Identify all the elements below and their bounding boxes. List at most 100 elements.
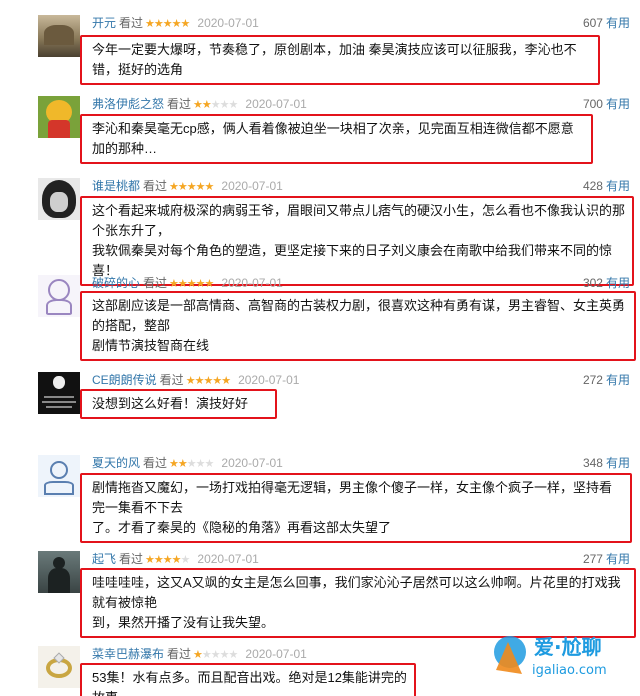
review-meta: 弗洛伊彪之怒 看过 ★★★★★ 2020-07-01 [92, 97, 307, 112]
watched-label: 看过 [143, 179, 168, 193]
review-content: 这部剧应该是一部高情商、高智商的古装权力剧，很喜欢这种有勇有谋，男主睿智、女主英… [80, 291, 636, 361]
watched-label: 看过 [143, 456, 168, 470]
vote-count: 272 [582, 373, 603, 387]
star-empty-icon: ★ [186, 458, 197, 470]
review-text-line: 这个看起来城府极深的病弱王爷，眉眼间又带点儿痞气的硬汉小生，怎么看也不像我认识的… [92, 203, 626, 238]
star-empty-icon: ★ [219, 649, 230, 661]
watched-label: 看过 [167, 97, 192, 111]
watermark-logo: 爱·尬聊 igaliao.com [482, 622, 632, 692]
star-filled-icon: ★ [153, 18, 164, 30]
review-text-line: 没想到这么好看！演技好好 [92, 396, 249, 411]
avatar[interactable] [38, 551, 80, 593]
useful-button[interactable]: 有用 [606, 373, 630, 387]
review-content: 这个看起来城府极深的病弱王爷，眉眼间又带点儿痞气的硬汉小生，怎么看也不像我认识的… [80, 196, 634, 286]
vote-block: 272 有用 [583, 373, 630, 387]
review-text-line: 我软佩秦昊对每个角色的塑造，更坚定接下来的日子刘义康会在南歌中给我们带来不同的惊… [92, 243, 613, 278]
review-content: 53集！水有点多。而且配音出戏。绝对是12集能讲完的故事。 [80, 663, 416, 696]
star-rating: ★★★★★ [169, 278, 215, 290]
avatar[interactable] [38, 178, 80, 220]
star-filled-icon: ★ [221, 375, 231, 387]
vote-block: 277 有用 [583, 552, 630, 566]
useful-button[interactable]: 有用 [606, 276, 630, 290]
useful-button[interactable]: 有用 [606, 456, 630, 470]
avatar[interactable] [38, 96, 80, 138]
review-text-line: 李沁和秦昊毫无cp感，俩人看着像被迫坐一块相了次亲，见完面互相连微信都不愿意加的… [92, 121, 574, 156]
star-empty-icon: ★ [195, 458, 206, 470]
star-empty-icon: ★ [228, 649, 239, 661]
review-meta: 破碎的心 看过 ★★★★★ 2020-07-01 [92, 276, 283, 291]
star-filled-icon: ★ [145, 554, 155, 566]
username-link[interactable]: 夏天的风 [92, 456, 140, 470]
apple-logo-icon [53, 376, 65, 389]
avatar[interactable] [38, 275, 80, 317]
avatar[interactable] [38, 372, 80, 414]
star-filled-icon: ★ [201, 99, 212, 111]
vote-count: 277 [582, 552, 603, 566]
watermark-title: 爱·尬聊 [534, 635, 602, 659]
vote-count: 302 [582, 276, 603, 290]
star-filled-icon: ★ [162, 18, 173, 30]
review-content: 今年一定要大爆呀，节奏稳了，原创剧本，加油 秦昊演技应该可以征服我，李沁也不错，… [80, 35, 600, 85]
review-content: 李沁和秦昊毫无cp感，俩人看着像被迫坐一块相了次亲，见完面互相连微信都不愿意加的… [80, 114, 593, 164]
star-rating: ★★★★★ [169, 181, 214, 193]
watched-label: 看过 [159, 373, 184, 387]
review-date: 2020-07-01 [221, 276, 283, 290]
review-text-line: 了。才看了秦昊的《隐秘的角落》再看这部太失望了 [92, 520, 392, 535]
vote-block: 607 有用 [583, 16, 630, 30]
star-filled-icon: ★ [212, 375, 222, 387]
username-link[interactable]: CE朗朗传说 [92, 373, 157, 387]
star-filled-icon: ★ [162, 554, 173, 566]
star-empty-icon: ★ [228, 99, 239, 111]
vote-count: 700 [582, 97, 603, 111]
useful-button[interactable]: 有用 [606, 552, 630, 566]
vote-count: 607 [582, 16, 603, 30]
star-rating: ★★★★★ [169, 458, 214, 470]
star-filled-icon: ★ [171, 554, 182, 566]
star-filled-icon: ★ [153, 554, 164, 566]
username-link[interactable]: 菜幸巴赫瀑布 [92, 647, 164, 661]
review-content: 剧情拖沓又魔幻，一场打戏拍得毫无逻辑，男主像个傻子一样，女主像个疯子一样，坚持看… [80, 473, 632, 543]
watched-label: 看过 [119, 16, 144, 30]
star-filled-icon: ★ [177, 278, 188, 290]
star-rating: ★★★★★ [193, 99, 239, 111]
star-filled-icon: ★ [177, 181, 188, 193]
watched-label: 看过 [167, 647, 192, 661]
username-link[interactable]: 起飞 [92, 552, 116, 566]
star-filled-icon: ★ [203, 375, 213, 387]
star-rating: ★★★★★ [145, 18, 190, 30]
watermark-graphic: 爱·尬聊 igaliao.com [494, 635, 607, 678]
username-link[interactable]: 破碎的心 [92, 276, 140, 290]
useful-button[interactable]: 有用 [606, 16, 630, 30]
vote-count: 348 [582, 456, 603, 470]
review-date: 2020-07-01 [221, 179, 283, 193]
star-empty-icon: ★ [210, 649, 221, 661]
star-filled-icon: ★ [145, 18, 155, 30]
star-filled-icon: ★ [186, 278, 197, 290]
star-empty-icon: ★ [201, 649, 212, 661]
review-text-line: 今年一定要大爆呀，节奏稳了，原创剧本，加油 秦昊演技应该可以征服我，李沁也不错，… [92, 42, 577, 77]
review-meta: 谁是桃都 看过 ★★★★★ 2020-07-01 [92, 179, 283, 194]
star-filled-icon: ★ [195, 278, 206, 290]
username-link[interactable]: 弗洛伊彪之怒 [92, 97, 164, 111]
useful-button[interactable]: 有用 [606, 97, 630, 111]
useful-button[interactable]: 有用 [606, 179, 630, 193]
review-date: 2020-07-01 [221, 456, 283, 470]
review-text-line: 哇哇哇哇，这又A又飒的女主是怎么回事，我们家沁沁子居然可以这么帅啊。片花里的打戏… [92, 575, 621, 610]
star-filled-icon: ★ [204, 278, 215, 290]
username-link[interactable]: 开元 [92, 16, 116, 30]
star-filled-icon: ★ [177, 458, 188, 470]
review-meta: CE朗朗传说 看过 ★★★★★ 2020-07-01 [92, 373, 299, 388]
review-meta: 菜幸巴赫瀑布 看过 ★★★★★ 2020-07-01 [92, 647, 307, 662]
avatar[interactable] [38, 15, 80, 57]
username-link[interactable]: 谁是桃都 [92, 179, 140, 193]
avatar[interactable] [38, 455, 80, 497]
review-date: 2020-07-01 [238, 373, 300, 387]
watched-label: 看过 [119, 552, 144, 566]
avatar[interactable] [38, 646, 80, 688]
star-filled-icon: ★ [169, 278, 179, 290]
star-filled-icon: ★ [185, 375, 196, 387]
star-empty-icon: ★ [219, 99, 230, 111]
star-filled-icon: ★ [186, 181, 197, 193]
vote-count: 428 [582, 179, 603, 193]
watermark-url: igaliao.com [532, 663, 607, 678]
